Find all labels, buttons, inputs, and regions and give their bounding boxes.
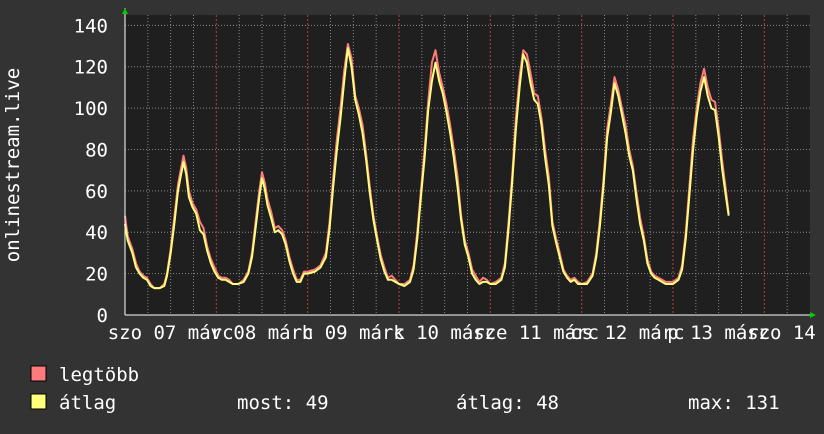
y-axis-label: onlinestream.live [2,68,24,262]
chart-figure: 0 20 40 60 80 100 120 140 szo 07 márc v 08 márc h… [0,0,824,430]
legend: legtöbb átlag [30,364,139,414]
legend-item: átlag [30,392,116,414]
y-tick-label: 120 [74,57,108,79]
legend-swatch-avg [30,393,47,410]
y-axis-arrow-icon [122,8,128,14]
y-tick-label: 100 [74,98,108,120]
stat-average: átlag: 48 [456,392,559,414]
y-tick-label: 20 [85,264,108,286]
y-tick-label: 40 [85,222,108,244]
legend-swatch-max [30,365,47,382]
x-axis-arrow-icon [810,312,816,318]
legend-label-max: legtöbb [59,364,139,386]
legend-item: legtöbb [30,364,139,386]
y-tick-label: 0 [97,305,108,327]
y-tick-label: 140 [74,15,108,37]
legend-label-avg: átlag [59,392,116,414]
y-tick-label: 80 [85,139,108,161]
stat-current: most: 49 [237,392,329,414]
x-tick-labels: szo 07 márcv 08 márch 09 márck 10 márcsz… [108,322,824,344]
x-tick-label: v 08 márc [211,322,314,344]
x-tick-label: szo 14 márc [747,322,824,344]
x-tick-label: h 09 márc [302,322,405,344]
line-chart: 0 20 40 60 80 100 120 140 szo 07 márcv 08 márch… [2,8,824,414]
y-tick-label: 60 [85,181,108,203]
stat-maximum: max: 131 [688,392,780,414]
y-tick-labels: 0 20 40 60 80 100 120 140 [74,15,108,327]
